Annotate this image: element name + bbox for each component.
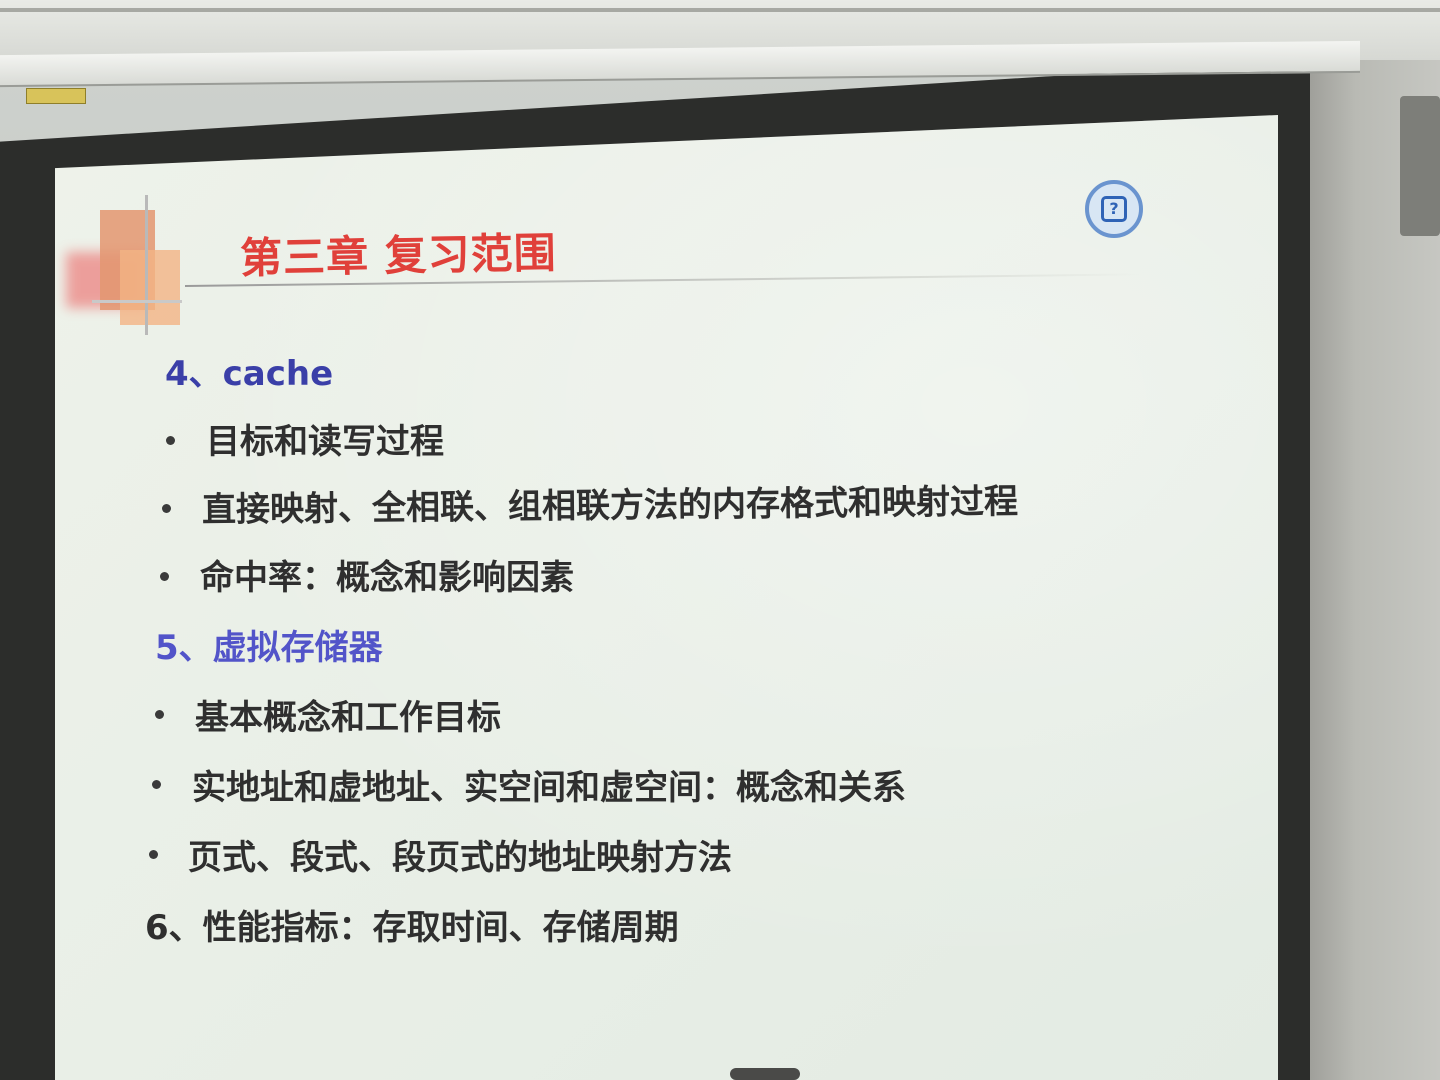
- bullet-item: 实地址和虚地址、实空间和虚空间：概念和关系: [192, 768, 906, 808]
- sticker-label: [26, 88, 86, 104]
- ceiling-strip: [0, 8, 1440, 12]
- bullet-dot: [149, 850, 158, 859]
- section-heading: 5、虚拟存储器: [155, 628, 383, 668]
- title-decoration-line: [92, 300, 182, 303]
- title-decoration: [120, 250, 180, 325]
- bullet-item: 直接映射、全相联、组相联方法的内存格式和映射过程: [201, 481, 1019, 531]
- bullet-item: 目标和读写过程: [206, 422, 444, 462]
- wall-device: [1400, 96, 1440, 236]
- bullet-item: 基本概念和工作目标: [195, 698, 501, 738]
- bullet-dot: [152, 780, 161, 789]
- plain-item: 6、性能指标：存取时间、存储周期: [145, 908, 679, 948]
- bullet-item: 页式、段式、段页式的地址映射方法: [188, 838, 732, 878]
- title-decoration-line: [145, 195, 148, 335]
- bullet-dot: [160, 572, 169, 581]
- bottom-shadow: [730, 1068, 800, 1080]
- bullet-dot: [166, 436, 175, 445]
- section-heading: 4、cache: [165, 354, 334, 394]
- bullet-item: 命中率：概念和影响因素: [200, 558, 574, 598]
- question-badge-icon: ?: [1085, 180, 1143, 238]
- bullet-dot: [155, 710, 164, 719]
- question-badge-glyph: ?: [1101, 196, 1127, 222]
- slide-title: 第三章 复习范围: [239, 228, 558, 283]
- bullet-dot: [162, 504, 171, 513]
